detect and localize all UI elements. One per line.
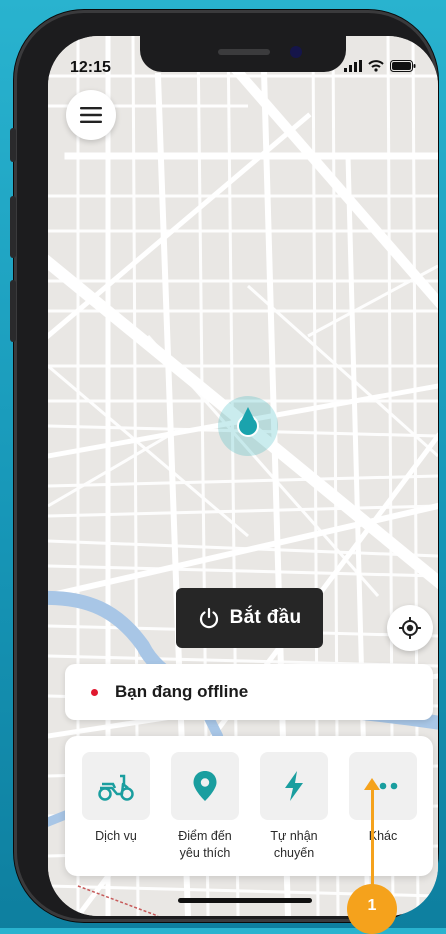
status-time: 12:15 xyxy=(70,59,111,76)
start-button[interactable]: Bắt đầu xyxy=(176,588,323,648)
annotation-badge: 1 xyxy=(347,884,397,934)
wifi-icon xyxy=(368,60,384,72)
power-icon xyxy=(199,607,218,629)
offline-status-text: Bạn đang offline xyxy=(115,682,249,701)
action-tile[interactable] xyxy=(82,752,150,820)
action-tile[interactable] xyxy=(349,752,417,820)
battery-icon xyxy=(390,60,416,72)
front-camera xyxy=(290,46,302,58)
quick-actions-card: Dịch vụ Điểm đến yêu thích Tự nhận chuyế… xyxy=(65,736,433,876)
cellular-signal-icon xyxy=(344,60,362,72)
action-label: Dịch vụ xyxy=(95,829,137,843)
action-tile[interactable] xyxy=(260,752,328,820)
annotation-line xyxy=(371,786,374,894)
hamburger-menu-icon xyxy=(80,107,102,123)
action-label: Khác xyxy=(368,829,398,843)
mute-switch xyxy=(10,128,16,162)
action-more[interactable]: Khác xyxy=(348,752,418,845)
action-auto-accept[interactable]: Tự nhận chuyến xyxy=(259,752,329,862)
menu-button[interactable] xyxy=(66,90,116,140)
speaker xyxy=(218,49,270,55)
scooter-icon xyxy=(98,774,134,801)
volume-up-button xyxy=(10,196,16,258)
action-label: Điểm đến yêu thích xyxy=(178,829,232,860)
action-tile[interactable] xyxy=(171,752,239,820)
crosshair-location-icon xyxy=(399,617,421,639)
home-indicator xyxy=(178,898,312,903)
location-pin-icon xyxy=(193,771,217,801)
annotation-arrow-icon xyxy=(364,778,380,790)
lightning-icon xyxy=(285,771,303,801)
action-services[interactable]: Dịch vụ xyxy=(81,752,151,845)
action-label: Tự nhận chuyến xyxy=(270,829,318,860)
annotation-number: 1 xyxy=(367,897,377,914)
my-location-button[interactable] xyxy=(387,605,433,651)
action-favorite-places[interactable]: Điểm đến yêu thích xyxy=(170,752,240,862)
notch xyxy=(140,36,346,72)
status-icons xyxy=(344,60,416,72)
start-button-label: Bắt đầu xyxy=(229,607,302,628)
offline-status-card: Bạn đang offline xyxy=(65,664,433,720)
volume-down-button xyxy=(10,280,16,342)
offline-dot xyxy=(91,688,98,696)
